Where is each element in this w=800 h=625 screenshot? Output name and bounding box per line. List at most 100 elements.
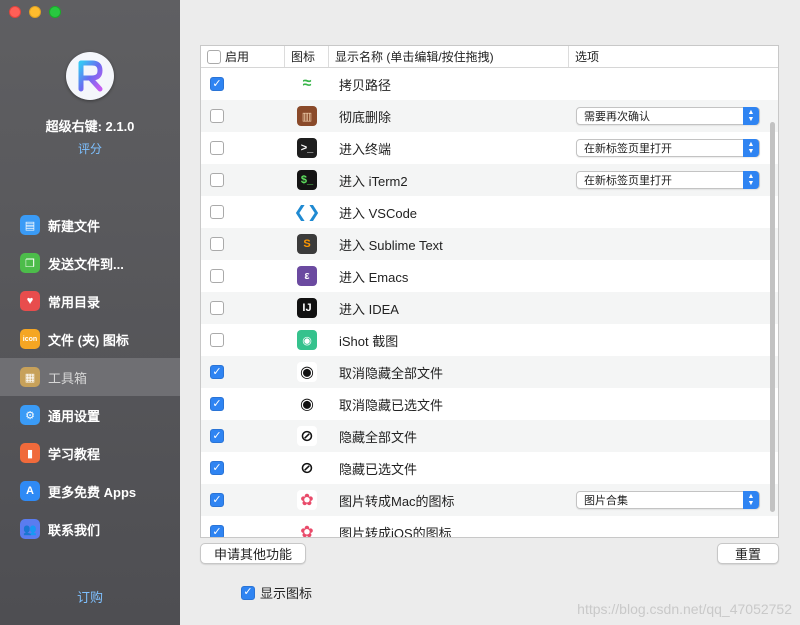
enable-checkbox[interactable] xyxy=(210,173,224,187)
name-cell[interactable]: 进入 Emacs xyxy=(329,260,569,292)
enable-checkbox[interactable] xyxy=(210,109,224,123)
name-cell[interactable]: 彻底删除 xyxy=(329,100,569,132)
table-row[interactable]: ≈ 拷贝路径 xyxy=(201,68,778,100)
name-cell[interactable]: 进入终端 xyxy=(329,132,569,164)
table-row[interactable]: ◉ iShot 截图 xyxy=(201,324,778,356)
option-select-value: 图片合集 xyxy=(584,495,628,507)
request-feature-button[interactable]: 申请其他功能 xyxy=(200,543,306,564)
sidebar-item-label: 学习教程 xyxy=(48,446,101,462)
select-all-checkbox[interactable] xyxy=(207,49,221,64)
enable-checkbox[interactable] xyxy=(210,365,224,379)
name-cell[interactable]: 隐藏已选文件 xyxy=(329,452,569,484)
enable-checkbox[interactable] xyxy=(210,461,224,475)
table-row[interactable]: >_ 进入终端 在新标签页里打开 ▲ ▼ xyxy=(201,132,778,164)
table-row[interactable]: ⊘ 隐藏已选文件 xyxy=(201,452,778,484)
option-select[interactable]: 在新标签页里打开 ▲ ▼ xyxy=(576,139,760,157)
sidebar-item-5[interactable]: ⚙ 通用设置 xyxy=(0,396,180,434)
close-window-button[interactable] xyxy=(9,6,21,18)
enable-checkbox[interactable] xyxy=(210,237,224,251)
enable-cell xyxy=(201,356,285,388)
sidebar-item-label: 新建文件 xyxy=(48,218,101,234)
sidebar: 超级右键: 2.1.0 评分 ▤ 新建文件 ❐ 发送文件到... ♥ 常用目录 icon 文件… xyxy=(0,0,180,625)
heart-folder-icon: ♥ xyxy=(20,291,40,311)
name-cell[interactable]: 取消隐藏全部文件 xyxy=(329,356,569,388)
column-header-name[interactable]: 显示名称 (单击编辑/按住拖拽) xyxy=(329,46,569,67)
column-header-enable[interactable]: 启用 xyxy=(201,46,285,67)
column-header-options[interactable]: 选项 xyxy=(569,46,778,67)
subscribe-link[interactable]: 订购 xyxy=(0,587,180,606)
app-store-icon: A xyxy=(20,481,40,501)
toolbox-icon: ▦ xyxy=(20,367,40,387)
sidebar-item-2[interactable]: ♥ 常用目录 xyxy=(0,282,180,320)
table-row[interactable]: S 进入 Sublime Text xyxy=(201,228,778,260)
table-row[interactable]: ❮❯ 进入 VSCode xyxy=(201,196,778,228)
name-cell[interactable]: 进入 IDEA xyxy=(329,292,569,324)
name-cell[interactable]: 图片转成iOS的图标 xyxy=(329,516,569,538)
table-row[interactable]: ◉ 取消隐藏已选文件 xyxy=(201,388,778,420)
enable-checkbox[interactable] xyxy=(210,77,224,91)
enable-cell xyxy=(201,452,285,484)
enable-checkbox[interactable] xyxy=(210,141,224,155)
name-cell[interactable]: iShot 截图 xyxy=(329,324,569,356)
table-row[interactable]: ε 进入 Emacs xyxy=(201,260,778,292)
option-select[interactable]: 图片合集 ▲ ▼ xyxy=(576,491,760,509)
enable-cell xyxy=(201,164,285,196)
options-cell xyxy=(569,228,778,260)
name-cell[interactable]: 进入 iTerm2 xyxy=(329,164,569,196)
sidebar-item-0[interactable]: ▤ 新建文件 xyxy=(0,206,180,244)
sidebar-item-label: 文件 (夹) 图标 xyxy=(48,332,129,348)
eye-slash-icon: ⊘ xyxy=(297,426,317,446)
gear-icon: ⚙ xyxy=(20,405,40,425)
reset-button[interactable]: 重置 xyxy=(717,543,779,564)
zoom-window-button[interactable] xyxy=(49,6,61,18)
options-cell: 在新标签页里打开 ▲ ▼ xyxy=(569,164,778,196)
sidebar-item-6[interactable]: ▮ 学习教程 xyxy=(0,434,180,472)
sidebar-item-3[interactable]: icon 文件 (夹) 图标 xyxy=(0,320,180,358)
updown-chevron-icon: ▲ ▼ xyxy=(743,171,759,189)
icon-cell: ✿ xyxy=(285,484,329,516)
option-select[interactable]: 需要再次确认 ▲ ▼ xyxy=(576,107,760,125)
enable-cell xyxy=(201,420,285,452)
column-header-icon[interactable]: 图标 xyxy=(285,46,329,67)
enable-cell xyxy=(201,292,285,324)
table-row[interactable]: ▥ 彻底删除 需要再次确认 ▲ ▼ xyxy=(201,100,778,132)
enable-checkbox[interactable] xyxy=(210,525,224,537)
table-row[interactable]: IJ 进入 IDEA xyxy=(201,292,778,324)
name-cell[interactable]: 隐藏全部文件 xyxy=(329,420,569,452)
enable-checkbox[interactable] xyxy=(210,269,224,283)
enable-checkbox[interactable] xyxy=(210,429,224,443)
sidebar-item-8[interactable]: 👥 联系我们 xyxy=(0,510,180,548)
table-row[interactable]: ⊘ 隐藏全部文件 xyxy=(201,420,778,452)
sidebar-item-4[interactable]: ▦ 工具箱 xyxy=(0,358,180,396)
enable-checkbox[interactable] xyxy=(210,301,224,315)
rate-link[interactable]: 评分 xyxy=(0,140,180,157)
name-cell[interactable]: 拷贝路径 xyxy=(329,68,569,100)
enable-checkbox[interactable] xyxy=(210,493,224,507)
enable-checkbox[interactable] xyxy=(210,333,224,347)
name-cell[interactable]: 取消隐藏已选文件 xyxy=(329,388,569,420)
enable-cell xyxy=(201,196,285,228)
name-cell[interactable]: 进入 Sublime Text xyxy=(329,228,569,260)
name-cell[interactable]: 进入 VSCode xyxy=(329,196,569,228)
minimize-window-button[interactable] xyxy=(29,6,41,18)
icon-cell: ⊘ xyxy=(285,452,329,484)
sidebar-item-7[interactable]: A 更多免费 Apps xyxy=(0,472,180,510)
vertical-scrollbar[interactable] xyxy=(770,122,775,512)
sidebar-item-1[interactable]: ❐ 发送文件到... xyxy=(0,244,180,282)
name-cell[interactable]: 图片转成Mac的图标 xyxy=(329,484,569,516)
table-row[interactable]: ✿ 图片转成iOS的图标 xyxy=(201,516,778,538)
enable-checkbox[interactable] xyxy=(210,397,224,411)
new-file-icon: ▤ xyxy=(20,215,40,235)
eye-slash-icon: ⊘ xyxy=(297,458,317,478)
icon-cell: IJ xyxy=(285,292,329,324)
table-row[interactable]: ◉ 取消隐藏全部文件 xyxy=(201,356,778,388)
copy-path-icon: ≈ xyxy=(297,74,317,94)
table-row[interactable]: ✿ 图片转成Mac的图标 图片合集 ▲▼ xyxy=(201,484,778,516)
show-icons-checkbox[interactable] xyxy=(241,585,255,600)
option-select[interactable]: 在新标签页里打开 ▲ ▼ xyxy=(576,171,760,189)
table-row[interactable]: $_ 进入 iTerm2 在新标签页里打开 ▲ ▼ xyxy=(201,164,778,196)
enable-checkbox[interactable] xyxy=(210,205,224,219)
table-body: ≈拷贝路径▥彻底删除需要再次确认▲▼>_进入终端在新标签页里打开▲▼$_进入 i… xyxy=(201,68,778,538)
enable-cell xyxy=(201,228,285,260)
sidebar-item-label: 通用设置 xyxy=(48,408,101,424)
